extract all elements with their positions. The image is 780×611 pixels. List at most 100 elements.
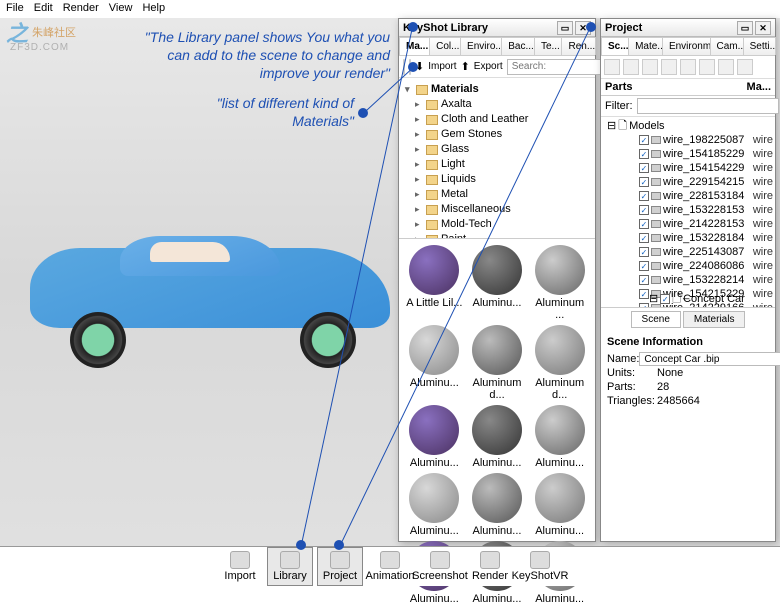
tool-icon[interactable]	[718, 59, 734, 75]
material-thumb[interactable]: Aluminu...	[468, 405, 527, 469]
tree-concept-car[interactable]: ⊟✓🗋Concept Car	[631, 229, 775, 307]
info-triangles-value: 2485664	[657, 394, 700, 408]
restore-icon[interactable]: ▭	[737, 21, 753, 35]
material-thumb[interactable]: Aluminu...	[530, 405, 589, 469]
menu-edit[interactable]: Edit	[34, 2, 53, 16]
animation-icon	[380, 551, 400, 569]
tab-materials[interactable]: Mate...	[628, 37, 663, 55]
move-icon[interactable]	[623, 59, 639, 75]
import-icon	[230, 551, 250, 569]
scene-part[interactable]: ✓wire_154154229wire	[603, 161, 773, 175]
scene-part[interactable]: ✓wire_153228153wire	[603, 203, 773, 217]
tree-models[interactable]: ⊟🗋Models	[603, 119, 773, 133]
filter-row: Filter:	[601, 96, 775, 117]
tree-folder[interactable]: ▸Metal	[403, 187, 591, 202]
library-tabs: Ma... Col... Enviro... Bac... Te... Ren.…	[399, 37, 595, 56]
material-thumb[interactable]: Aluminu...	[405, 473, 464, 537]
menu-file[interactable]: File	[6, 2, 24, 16]
tool-project[interactable]: Project	[317, 547, 363, 586]
tool-icon[interactable]	[680, 59, 696, 75]
tool-library[interactable]: Library	[267, 547, 313, 586]
library-icon	[280, 551, 300, 569]
annotation-dot	[408, 22, 418, 32]
vr-icon	[530, 551, 550, 569]
annotation-dot	[296, 540, 306, 550]
material-thumb[interactable]: Aluminum ...	[530, 245, 589, 321]
col-materials[interactable]: Ma...	[743, 79, 775, 95]
materials-tree[interactable]: ▾Materials ▸Axalta▸Cloth and Leather▸Gem…	[399, 78, 595, 238]
tab-environments[interactable]: Enviro...	[460, 37, 502, 55]
project-toolbar	[601, 56, 775, 79]
tab-materials[interactable]: Ma...	[399, 37, 430, 55]
project-panel: Project ▭ ✕ Sc... Mate... Environm... Ca…	[600, 18, 776, 542]
tree-folder[interactable]: ▸Glass	[403, 142, 591, 157]
bottom-toolbar: Import Library Project Animation Screens…	[0, 546, 780, 586]
tool-screenshot[interactable]: Screenshot	[417, 547, 463, 586]
restore-icon[interactable]: ▭	[557, 21, 573, 35]
project-titlebar[interactable]: Project ▭ ✕	[601, 19, 775, 37]
menu-view[interactable]: View	[109, 2, 133, 16]
export-icon[interactable]: ⬆	[461, 60, 470, 73]
material-thumb[interactable]: Aluminu...	[468, 473, 527, 537]
menu-render[interactable]: Render	[63, 2, 99, 16]
menu-bar: File Edit Render View Help	[0, 0, 780, 18]
setting-icon[interactable]	[604, 59, 620, 75]
menu-help[interactable]: Help	[142, 2, 165, 16]
info-parts-value: 28	[657, 380, 669, 394]
tab-settings[interactable]: Setti...	[743, 37, 776, 55]
scene-part[interactable]: ✓wire_228153184wire	[603, 189, 773, 203]
project-icon	[330, 551, 350, 569]
tool-render[interactable]: Render	[467, 547, 513, 586]
material-thumb[interactable]: Aluminu...	[405, 405, 464, 469]
tool-icon[interactable]	[699, 59, 715, 75]
scene-part[interactable]: ✓wire_229154215wire	[603, 175, 773, 189]
scene-columns: Parts Ma...	[601, 79, 775, 96]
col-parts[interactable]: Parts	[601, 79, 743, 95]
annotation-dot	[358, 108, 368, 118]
annotation-materials: "list of different kind of Materials"	[214, 94, 354, 130]
filter-input[interactable]	[637, 98, 779, 114]
material-thumb[interactable]: Aluminu...	[530, 473, 589, 537]
annotation-dot	[586, 22, 596, 32]
tool-import[interactable]: Import	[217, 547, 263, 586]
tab-colors[interactable]: Col...	[429, 37, 461, 55]
tool-keyshotvr[interactable]: KeyShotVR	[517, 547, 563, 586]
material-thumb[interactable]: A Little Lil...	[405, 245, 464, 321]
tab-scene[interactable]: Sc...	[601, 37, 629, 55]
export-label: Export	[474, 61, 503, 72]
annotation-dot	[408, 62, 418, 72]
watermark-url: ZF3D.COM	[10, 42, 69, 53]
close-icon[interactable]: ✕	[755, 21, 771, 35]
tree-folder[interactable]: ▸Cloth and Leather	[403, 112, 591, 127]
car-model	[30, 228, 390, 368]
project-title: Project	[605, 22, 642, 34]
library-titlebar[interactable]: KeyShot Library ▭ ✕	[399, 19, 595, 37]
scene-part[interactable]: ✓wire_198225087wire	[603, 133, 773, 147]
tab-backplates[interactable]: Bac...	[501, 37, 535, 55]
render-icon	[480, 551, 500, 569]
tab-camera[interactable]: Cam...	[710, 37, 744, 55]
import-label: Import	[428, 61, 456, 72]
filter-label: Filter:	[605, 100, 633, 112]
screenshot-icon	[430, 551, 450, 569]
scene-part[interactable]: ✓wire_154185229wire	[603, 147, 773, 161]
tree-folder[interactable]: ▸Gem Stones	[403, 127, 591, 142]
material-thumb[interactable]: Aluminum d...	[530, 325, 589, 401]
tool-animation[interactable]: Animation	[367, 547, 413, 586]
info-parts-key: Parts:	[607, 380, 657, 394]
tree-folder[interactable]: ▸Light	[403, 157, 591, 172]
material-thumb[interactable]: Aluminum d...	[468, 325, 527, 401]
tool-icon[interactable]	[737, 59, 753, 75]
scene-tree[interactable]: ⊟🗋Models ⊟✓🗋Concept Car ✓wire_198225087w…	[601, 117, 775, 307]
tree-folder[interactable]: ▸Miscellaneous	[403, 202, 591, 217]
annotation-dot	[334, 540, 344, 550]
tab-environment[interactable]: Environm...	[662, 37, 711, 55]
library-panel: KeyShot Library ▭ ✕ Ma... Col... Enviro.…	[398, 18, 596, 542]
tree-folder[interactable]: ▸Liquids	[403, 172, 591, 187]
material-thumb[interactable]: Aluminu...	[468, 245, 527, 321]
tab-textures[interactable]: Te...	[534, 37, 563, 55]
tool-icon[interactable]	[661, 59, 677, 75]
tree-folder[interactable]: ▸Axalta	[403, 97, 591, 112]
tool-icon[interactable]	[642, 59, 658, 75]
project-tabs: Sc... Mate... Environm... Cam... Setti..…	[601, 37, 775, 56]
